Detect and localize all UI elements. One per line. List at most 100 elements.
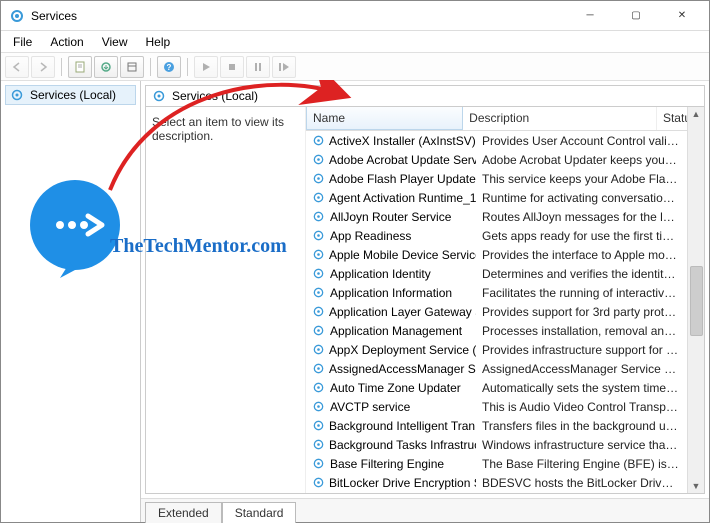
tree-item-label: Services (Local) [30, 88, 116, 102]
window-title: Services [31, 9, 567, 23]
forward-button[interactable] [31, 56, 55, 78]
service-row[interactable]: Background Tasks Infrastruc…Windows infr… [306, 435, 704, 454]
gear-icon [312, 400, 326, 414]
service-desc-cell: Windows infrastructure service that con… [476, 438, 686, 452]
export-list-button[interactable] [94, 56, 118, 78]
close-button[interactable]: ✕ [659, 1, 705, 31]
service-name-text: AVCTP service [330, 400, 410, 414]
gear-icon [312, 419, 325, 433]
service-name-text: AssignedAccessManager Ser… [329, 362, 476, 376]
service-name-cell: Application Information [306, 286, 476, 300]
gear-icon [152, 89, 166, 103]
service-name-cell: Adobe Flash Player Update S… [306, 172, 476, 186]
service-name-cell: BitLocker Drive Encryption S… [306, 476, 476, 490]
service-name-cell: AVCTP service [306, 400, 476, 414]
back-button[interactable] [5, 56, 29, 78]
service-row[interactable]: Base Filtering Engine The Base Filtering … [306, 454, 704, 473]
service-row[interactable]: Application IdentityDetermines and verif… [306, 264, 704, 283]
column-name[interactable]: Name [306, 107, 463, 130]
restart-service-button[interactable] [272, 56, 296, 78]
scrollbar-thumb[interactable] [690, 266, 703, 336]
gear-icon [312, 324, 326, 338]
tree-pane: Services (Local) [1, 81, 141, 522]
app-icon [9, 8, 25, 24]
start-service-button[interactable] [194, 56, 218, 78]
service-row[interactable]: BitLocker Drive Encryption S…BDESVC host… [306, 473, 704, 492]
service-name-text: Apple Mobile Device Service [329, 248, 476, 262]
gear-icon [312, 476, 325, 490]
menu-action[interactable]: Action [42, 33, 91, 51]
service-row[interactable]: Adobe Flash Player Update S…This service… [306, 169, 704, 188]
tab-strip: Extended Standard [141, 498, 709, 522]
service-row[interactable]: Block Level Backup Engine S…The WBENGINE… [306, 492, 704, 493]
refresh-button[interactable] [120, 56, 144, 78]
service-name-cell: Base Filtering Engine [306, 457, 476, 471]
gear-icon [312, 362, 325, 376]
column-headers: Name Description Status [306, 107, 704, 131]
gear-icon [312, 153, 325, 167]
help-button[interactable]: ? [157, 56, 181, 78]
panel-heading-label: Services (Local) [172, 89, 258, 103]
service-row[interactable]: ActiveX Installer (AxInstSV)Provides Use… [306, 131, 704, 150]
service-row[interactable]: AVCTP service This is Audio Video Control… [306, 397, 704, 416]
service-name-text: Application Management [330, 324, 462, 338]
service-desc-cell: Provides infrastructure support for depl… [476, 343, 686, 357]
service-name-cell: Application Management [306, 324, 476, 338]
gear-icon [10, 88, 24, 102]
pause-service-button[interactable] [246, 56, 270, 78]
menu-help[interactable]: Help [138, 33, 179, 51]
service-name-text: Base Filtering Engine [330, 457, 444, 471]
vertical-scrollbar[interactable]: ▲ ▼ [687, 107, 704, 493]
service-row[interactable]: Application InformationFacilitates the r… [306, 283, 704, 302]
tree-services-local[interactable]: Services (Local) [5, 85, 136, 105]
scroll-down-arrow[interactable]: ▼ [692, 481, 701, 491]
toolbar-separator [150, 58, 151, 76]
gear-icon [312, 381, 326, 395]
service-row[interactable]: Application Layer Gateway S…Provides sup… [306, 302, 704, 321]
menu-file[interactable]: File [5, 33, 40, 51]
service-desc-cell: AssignedAccessManager Service suppor… [476, 362, 686, 376]
service-name-cell: AppX Deployment Service (A… [306, 343, 476, 357]
service-desc-cell: The Base Filtering Engine (BFE) is a ser… [476, 457, 686, 471]
service-row[interactable]: Agent Activation Runtime_1…Runtime for a… [306, 188, 704, 207]
service-name-cell: App Readiness [306, 229, 476, 243]
service-desc-cell: BDESVC hosts the BitLocker Drive Encry… [476, 476, 686, 490]
service-name-text: Background Tasks Infrastruc… [329, 438, 476, 452]
service-name-cell: Application Identity [306, 267, 476, 281]
service-desc-cell: This is Audio Video Control Transport Pr… [476, 400, 686, 414]
service-row[interactable]: AssignedAccessManager Ser…AssignedAccess… [306, 359, 704, 378]
tab-extended[interactable]: Extended [145, 502, 222, 523]
gear-icon [312, 248, 325, 262]
service-desc-cell: Provides the interface to Apple mobile d… [476, 248, 686, 262]
tab-standard[interactable]: Standard [222, 502, 297, 523]
service-name-cell: AssignedAccessManager Ser… [306, 362, 476, 376]
service-name-text: Application Layer Gateway S… [329, 305, 476, 319]
service-desc-cell: Gets apps ready for use the first time a… [476, 229, 686, 243]
service-name-text: Application Identity [330, 267, 431, 281]
toolbar-separator [187, 58, 188, 76]
stop-service-button[interactable] [220, 56, 244, 78]
service-row[interactable]: App Readiness Gets apps ready for use the… [306, 226, 704, 245]
minimize-button[interactable]: ─ [567, 1, 613, 31]
service-row[interactable]: Adobe Acrobat Update Servi…Adobe Acrobat… [306, 150, 704, 169]
gear-icon [312, 438, 325, 452]
column-description[interactable]: Description [463, 107, 657, 130]
scroll-up-arrow[interactable]: ▲ [692, 109, 701, 119]
service-row[interactable]: Application ManagementProcesses installa… [306, 321, 704, 340]
service-row[interactable]: AppX Deployment Service (A…Provides infr… [306, 340, 704, 359]
maximize-button[interactable]: ▢ [613, 1, 659, 31]
menu-view[interactable]: View [94, 33, 136, 51]
service-name-text: Auto Time Zone Updater [330, 381, 461, 395]
service-row[interactable]: Background Intelligent Tran…Transfers fi… [306, 416, 704, 435]
service-name-text: BitLocker Drive Encryption S… [329, 476, 476, 490]
service-row[interactable]: Apple Mobile Device ServiceProvides the … [306, 245, 704, 264]
service-name-text: App Readiness [330, 229, 411, 243]
service-row[interactable]: Auto Time Zone UpdaterAutomatically sets… [306, 378, 704, 397]
service-row[interactable]: AllJoyn Router ServiceRoutes AllJoyn mes… [306, 207, 704, 226]
gear-icon [312, 343, 325, 357]
service-name-text: Application Information [330, 286, 452, 300]
service-name-cell: Agent Activation Runtime_1… [306, 191, 476, 205]
service-name-text: Adobe Flash Player Update S… [329, 172, 476, 186]
properties-button[interactable] [68, 56, 92, 78]
service-desc-cell: Provides User Account Control validatio… [476, 134, 686, 148]
